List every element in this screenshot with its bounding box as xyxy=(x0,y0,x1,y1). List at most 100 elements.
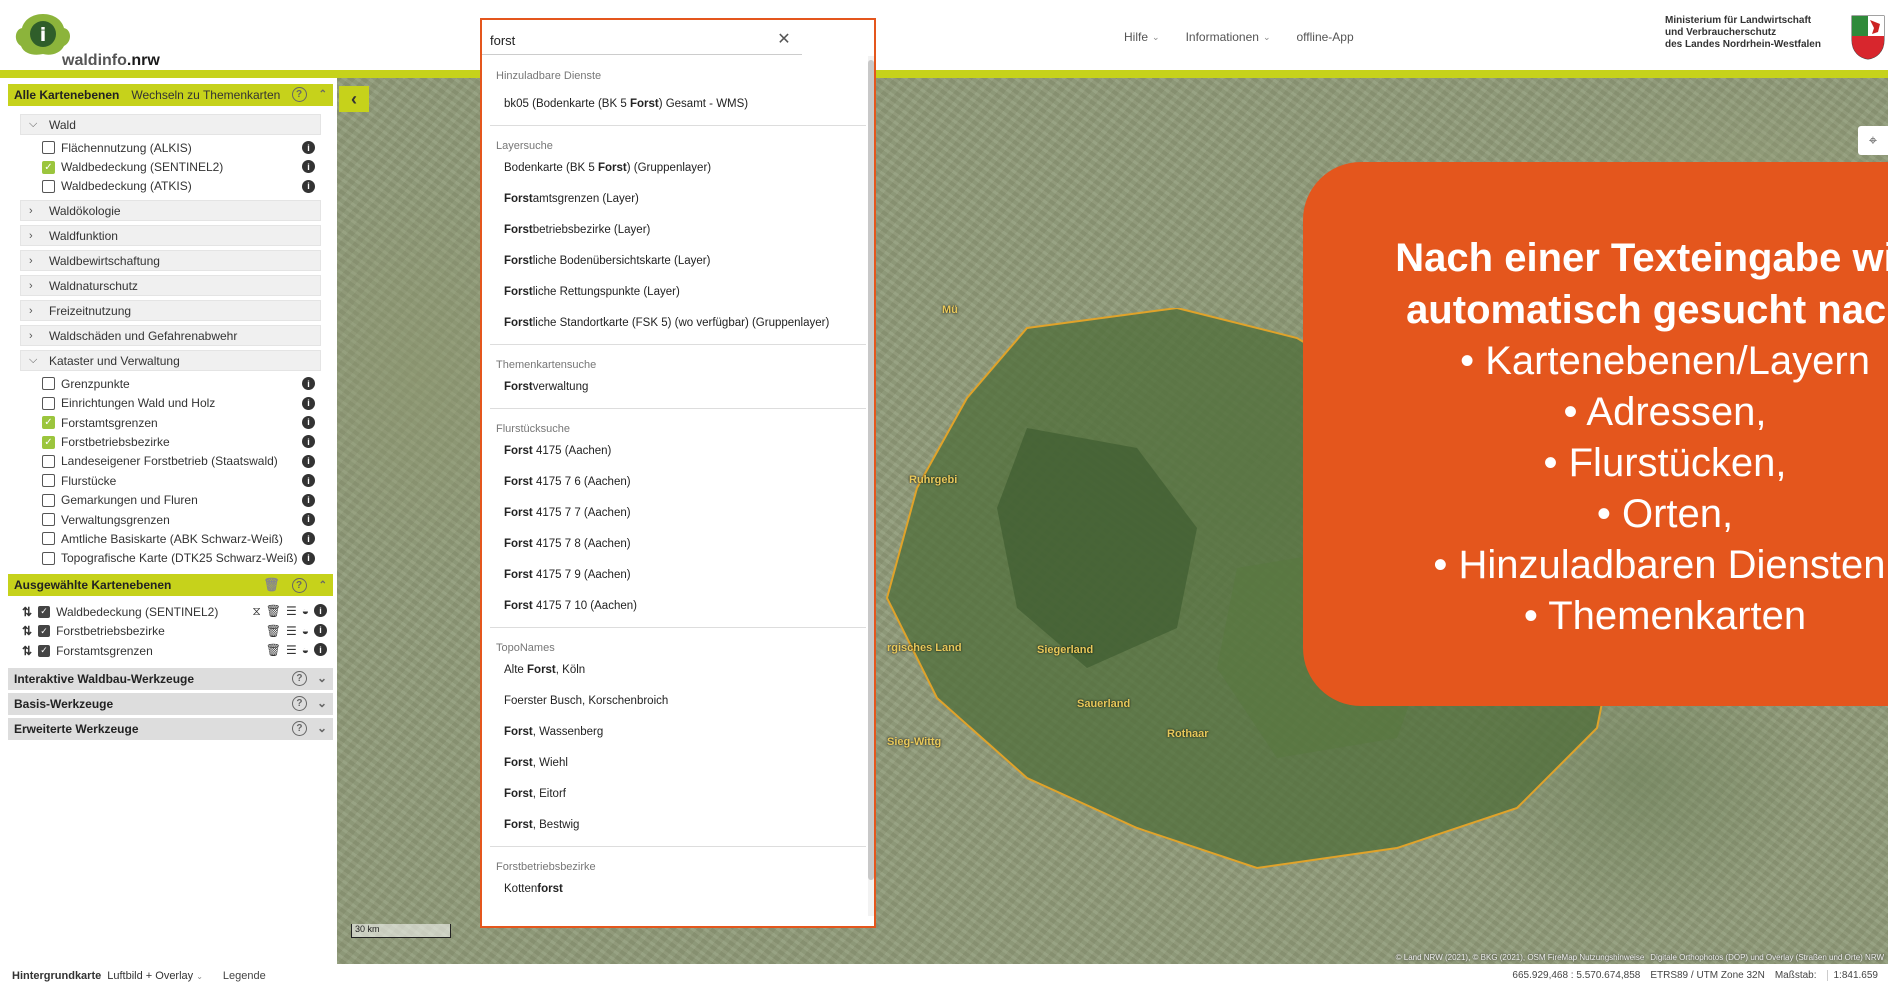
info-icon[interactable]: i xyxy=(302,396,315,410)
trash-icon[interactable]: 🗑 xyxy=(266,643,281,657)
help-icon[interactable]: ? xyxy=(291,720,307,736)
layer-checkbox[interactable] xyxy=(42,454,55,468)
layer-group[interactable]: › Waldfunktion xyxy=(20,225,321,247)
selected-layer-checkbox[interactable]: ✓ xyxy=(38,625,51,638)
search-result-item[interactable]: Forst 4175 7 7 (Aachen) xyxy=(482,499,874,530)
nav-hilfe[interactable]: Hilfe ⌄ xyxy=(1124,30,1160,44)
search-result-item[interactable]: Forst, Wiehl xyxy=(482,749,874,780)
search-result-item[interactable]: Forstamtsgrenzen (Layer) xyxy=(482,185,874,216)
layer-checkbox[interactable] xyxy=(42,396,55,410)
chevron-down-icon[interactable]: ⌄ xyxy=(317,721,327,735)
layer-item[interactable]: Topografische Karte (DTK25 Schwarz-Weiß)… xyxy=(20,549,321,568)
layer-group[interactable]: › Freizeitnutzung xyxy=(20,300,321,322)
layer-item[interactable]: Einrichtungen Wald und Holz i xyxy=(20,394,321,413)
search-result-item[interactable]: Forst, Bestwig xyxy=(482,811,874,842)
search-result-item[interactable]: Forst 4175 (Aachen) xyxy=(482,437,874,468)
layer-checkbox[interactable] xyxy=(42,141,55,155)
layer-checkbox[interactable] xyxy=(42,532,55,546)
layer-group[interactable]: › Waldbewirtschaftung xyxy=(20,250,321,272)
compass-icon[interactable]: ⌖ xyxy=(1858,126,1888,155)
info-icon[interactable]: i xyxy=(302,435,315,449)
nav-informationen[interactable]: Informationen ⌄ xyxy=(1186,30,1271,44)
layer-checkbox[interactable] xyxy=(42,474,55,488)
layer-item[interactable]: Amtliche Basiskarte (ABK Schwarz-Weiß) i xyxy=(20,529,321,548)
layer-group[interactable]: › Waldschäden und Gefahrenabwehr xyxy=(20,325,321,347)
search-result-item[interactable]: Forst 4175 7 8 (Aachen) xyxy=(482,530,874,561)
layer-item[interactable]: Verwaltungsgrenzen i xyxy=(20,510,321,529)
legend-list-icon[interactable]: ☰ xyxy=(286,624,297,638)
attribution-link[interactable]: © Land NRW (2021), © BKG (2021), OSM Fir… xyxy=(1396,953,1645,962)
info-icon[interactable]: i xyxy=(302,160,315,174)
coordinate-system[interactable]: ETRS89 / UTM Zone 32N xyxy=(1650,970,1764,981)
selected-layers-header[interactable]: Ausgewählte Kartenebenen 🗑? ⌃ xyxy=(8,574,333,597)
layer-item[interactable]: Gemarkungen und Fluren i xyxy=(20,491,321,510)
layer-checkbox[interactable] xyxy=(42,179,55,193)
info-icon[interactable]: i xyxy=(314,604,327,618)
chevron-down-icon[interactable]: ⌄ xyxy=(317,696,327,710)
layer-item[interactable]: ✓ Forstbetriebsbezirke i xyxy=(20,432,321,451)
help-icon[interactable]: ? xyxy=(291,577,307,593)
search-result-item[interactable]: Forstliche Rettungspunkte (Layer) xyxy=(482,278,874,309)
info-icon[interactable]: i xyxy=(302,377,315,391)
search-result-item[interactable]: Forst, Wassenberg xyxy=(482,718,874,749)
results-scrollbar-thumb[interactable] xyxy=(868,60,874,880)
search-result-item[interactable]: Forst, Eitorf xyxy=(482,780,874,811)
info-icon[interactable]: i xyxy=(302,415,315,429)
layer-item[interactable]: Landeseigener Forstbetrieb (Staatswald) i xyxy=(20,452,321,471)
nav-offline-app[interactable]: offline-App xyxy=(1297,30,1354,44)
info-icon[interactable]: i xyxy=(302,493,315,507)
collapse-panel-button[interactable]: ‹ xyxy=(339,86,369,112)
opacity-icon[interactable]: ◒ xyxy=(302,604,309,619)
search-result-item[interactable]: Forstliche Bodenübersichtskarte (Layer) xyxy=(482,247,874,278)
close-icon[interactable]: ✕ xyxy=(774,29,794,49)
search-result-item[interactable]: Kottenforst xyxy=(482,875,874,906)
search-result-item[interactable]: bk05 (Bodenkarte (BK 5 Forst) Gesamt - W… xyxy=(482,90,874,121)
opacity-icon[interactable]: ◒ xyxy=(302,624,309,638)
help-icon[interactable]: ? xyxy=(291,670,307,686)
layer-checkbox[interactable]: ✓ xyxy=(42,160,55,174)
tool-section-header[interactable]: Erweiterte Werkzeuge? ⌄ xyxy=(8,717,333,740)
layer-checkbox[interactable] xyxy=(42,551,55,565)
search-result-item[interactable]: Forstbetriebsbezirke (Layer) xyxy=(482,216,874,247)
search-input[interactable] xyxy=(490,30,810,50)
layer-item[interactable]: ✓ Forstamtsgrenzen i xyxy=(20,413,321,432)
layer-group[interactable]: › Waldökologie xyxy=(20,200,321,222)
search-result-item[interactable]: Alte Forst, Köln xyxy=(482,656,874,687)
layer-checkbox[interactable] xyxy=(42,493,55,507)
legend-list-icon[interactable]: ☰ xyxy=(286,643,297,657)
info-icon[interactable]: i xyxy=(302,532,315,546)
waldinfo-logo[interactable]: i waldinfo.nrw xyxy=(12,12,182,72)
info-icon[interactable]: i xyxy=(302,551,315,565)
layer-item[interactable]: Flurstücke i xyxy=(20,471,321,490)
search-result-item[interactable]: Forst 4175 7 10 (Aachen) xyxy=(482,592,874,623)
info-icon[interactable]: i xyxy=(314,643,327,657)
layer-item[interactable]: Waldbedeckung (ATKIS) i xyxy=(20,177,321,196)
layer-item[interactable]: Grenzpunkte i xyxy=(20,374,321,393)
reorder-icon[interactable]: ⇅ xyxy=(22,624,32,638)
tool-section-header[interactable]: Interaktive Waldbau-Werkzeuge? ⌄ xyxy=(8,667,333,690)
all-layers-header[interactable]: Alle Kartenebenen Wechseln zu Themenkart… xyxy=(8,84,333,106)
search-result-item[interactable]: Forst 4175 7 9 (Aachen) xyxy=(482,561,874,592)
info-icon[interactable]: i xyxy=(302,512,315,526)
layer-checkbox[interactable] xyxy=(42,513,55,527)
switch-to-themes-link[interactable]: Wechseln zu Themenkarten xyxy=(131,88,280,102)
search-result-item[interactable]: Forst 4175 7 6 (Aachen) xyxy=(482,468,874,499)
info-icon[interactable]: i xyxy=(302,179,315,193)
search-result-item[interactable]: Forstliche Standortkarte (FSK 5) (wo ver… xyxy=(482,309,874,340)
tool-section-header[interactable]: Basis-Werkzeuge? ⌄ xyxy=(8,692,333,715)
layer-group[interactable]: ⌵ Wald xyxy=(20,114,321,135)
trash-icon[interactable]: 🗑 xyxy=(266,624,281,638)
background-map-select[interactable]: Luftbild + Overlay ⌄ xyxy=(107,970,203,982)
layer-group[interactable]: ⌵ Kataster und Verwaltung xyxy=(20,350,321,372)
scale-value[interactable]: 1:841.659 xyxy=(1826,970,1878,981)
reorder-icon[interactable]: ⇅ xyxy=(22,644,32,658)
search-result-item[interactable]: Foerster Busch, Korschenbroich xyxy=(482,687,874,718)
search-result-item[interactable]: Forstverwaltung xyxy=(482,373,874,404)
legend-link[interactable]: Legende xyxy=(223,970,266,982)
help-icon[interactable]: ? xyxy=(291,87,307,102)
layer-checkbox[interactable]: ✓ xyxy=(42,435,55,449)
chevron-up-icon[interactable]: ⌃ xyxy=(319,89,327,100)
layer-item[interactable]: ✓ Waldbedeckung (SENTINEL2) i xyxy=(20,157,321,176)
legend-list-icon[interactable]: ☰ xyxy=(286,604,297,619)
info-icon[interactable]: i xyxy=(314,623,327,637)
